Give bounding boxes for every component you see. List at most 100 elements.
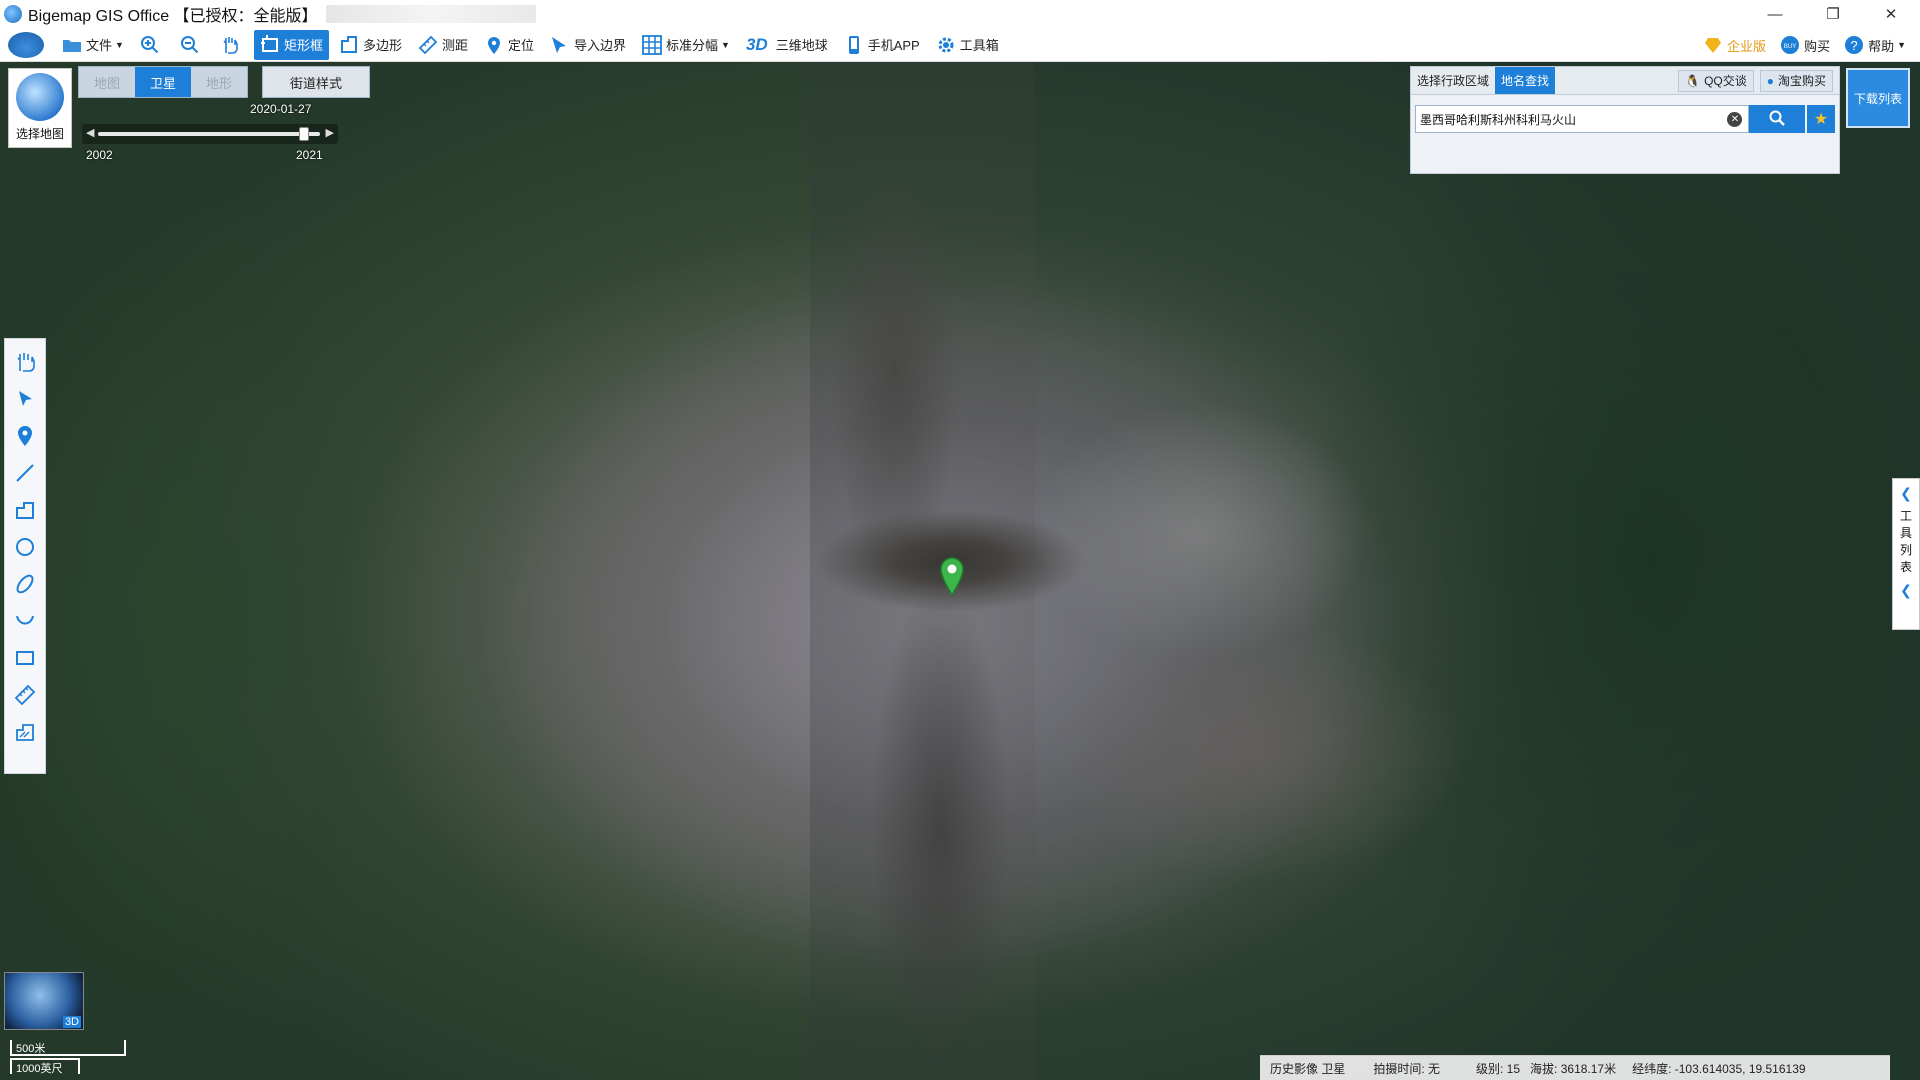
timeline-current-date: 2020-01-27 <box>250 102 312 116</box>
import-boundary-button[interactable]: 导入边界 <box>544 30 632 60</box>
ellipse-icon <box>14 573 36 598</box>
timeline-prev-icon[interactable]: ◀ <box>86 126 94 139</box>
scale-metric: 500米 <box>10 1040 126 1056</box>
search-icon <box>1769 110 1786 129</box>
redacted-area <box>325 5 536 23</box>
line-tool[interactable] <box>9 458 41 490</box>
ellipse-tool[interactable] <box>9 569 41 601</box>
buy-button[interactable]: BUY 购买 <box>1774 30 1836 60</box>
standard-sheet-button[interactable]: 标准分幅 ▼ <box>636 30 736 60</box>
globe-3d-label: 三维地球 <box>775 38 828 53</box>
chevron-left-icon[interactable]: ❮ <box>1900 485 1912 502</box>
window-controls: — ❐ ✕ <box>1746 0 1920 28</box>
tab-terrain[interactable]: 地形 <box>191 67 247 97</box>
rectangle-icon <box>14 647 36 672</box>
satellite-map[interactable] <box>0 62 1920 1080</box>
zoom-out-icon <box>180 35 200 55</box>
zoom-out-button[interactable] <box>174 30 210 60</box>
search-panel: 选择行政区域 地名查找 🐧 QQ交谈 ● 淘宝购买 墨西哥哈利斯科州科利马火山 … <box>1410 66 1840 174</box>
file-menu-label: 文件 <box>86 38 113 53</box>
tab-select-region[interactable]: 选择行政区域 <box>1411 67 1495 94</box>
standard-sheet-label: 标准分幅 <box>666 38 719 53</box>
tool-list-panel-toggle[interactable]: ❮ 工具列表 ❮ <box>1892 478 1920 630</box>
polygon-icon <box>339 35 359 55</box>
tab-place-search[interactable]: 地名查找 <box>1495 67 1556 94</box>
circle-tool[interactable] <box>9 532 41 564</box>
tool-list-label: 工具列表 <box>1899 509 1912 574</box>
locate-label: 定位 <box>507 38 534 53</box>
measure-distance-tool[interactable] <box>9 680 41 712</box>
chevron-down-icon: ▼ <box>721 39 730 50</box>
measure-button[interactable]: 测距 <box>412 30 474 60</box>
chevron-down-icon: ▼ <box>115 39 124 50</box>
search-input-row: 墨西哥哈利斯科州科利马火山 ✕ ★ <box>1415 105 1835 133</box>
toolbox-button[interactable]: 工具箱 <box>930 30 1005 60</box>
marker-tool[interactable] <box>9 421 41 453</box>
select-tool[interactable] <box>9 384 41 416</box>
timeline-track[interactable] <box>98 132 320 136</box>
globe-3d-badge: 3D <box>62 1016 81 1028</box>
pan-tool[interactable] <box>9 347 41 379</box>
search-button[interactable] <box>1749 105 1806 133</box>
qq-chat-button[interactable]: 🐧 QQ交谈 <box>1678 69 1754 92</box>
globe-3d-button[interactable]: 3D 三维地球 <box>740 30 834 60</box>
history-timeline-slider[interactable]: ◀ ▶ <box>82 124 338 144</box>
phone-icon <box>844 35 864 55</box>
file-menu[interactable]: 文件 ▼ <box>56 30 130 60</box>
ash-flow <box>1030 402 1370 662</box>
help-button[interactable]: ? 帮助 ▼ <box>1838 30 1912 60</box>
import-arrow-icon <box>550 35 570 55</box>
enterprise-button[interactable]: 企业版 <box>1697 30 1772 60</box>
rect-select-button[interactable]: 矩形框 <box>253 29 329 60</box>
timeline-handle[interactable] <box>299 127 310 141</box>
select-map-label: 选择地图 <box>15 127 64 141</box>
sector-tool[interactable] <box>9 606 41 638</box>
scale-imperial: 1000英尺 <box>10 1058 80 1075</box>
measure-label: 测距 <box>441 38 468 53</box>
status-level: 级别: 15 <box>1476 1061 1521 1076</box>
tab-map[interactable]: 地图 <box>79 67 135 97</box>
status-altitude: 海拔: 3618.17米 <box>1530 1061 1617 1076</box>
ash-flow <box>870 582 1010 1080</box>
rectangle-tool[interactable] <box>9 643 41 675</box>
area-icon <box>14 721 36 746</box>
diamond-icon <box>1703 35 1723 55</box>
taobao-icon: ● <box>1766 73 1774 88</box>
favorite-button[interactable]: ★ <box>1807 105 1835 133</box>
import-boundary-label: 导入边界 <box>574 38 627 53</box>
polygon-label: 多边形 <box>362 38 402 53</box>
ruler-icon <box>418 35 438 55</box>
location-pin-icon <box>14 425 36 450</box>
close-button[interactable]: ✕ <box>1862 0 1920 28</box>
map-type-tabs: 地图 卫星 地形 <box>78 66 248 98</box>
locate-button[interactable]: 定位 <box>478 30 540 60</box>
line-icon <box>14 462 36 487</box>
select-map-button[interactable]: 选择地图 <box>8 68 72 148</box>
street-style-button[interactable]: 街道样式 <box>262 66 370 98</box>
mobile-app-button[interactable]: 手机APP <box>838 30 926 60</box>
hand-icon <box>14 351 36 376</box>
measure-area-tool[interactable] <box>9 717 41 749</box>
pan-button[interactable] <box>214 30 250 60</box>
zoom-in-button[interactable] <box>134 30 170 60</box>
hand-icon <box>220 35 240 55</box>
restore-button[interactable]: ❐ <box>1804 0 1862 28</box>
drawing-tools <box>4 338 46 774</box>
taobao-buy-button[interactable]: ● 淘宝购买 <box>1759 69 1833 92</box>
clear-icon[interactable]: ✕ <box>1727 112 1743 127</box>
polygon-tool[interactable] <box>9 495 41 527</box>
search-input[interactable]: 墨西哥哈利斯科州科利马火山 ✕ <box>1415 105 1750 133</box>
three-d-icon: 3D <box>745 34 768 54</box>
grid-icon <box>642 34 662 55</box>
polygon-button[interactable]: 多边形 <box>333 30 408 60</box>
download-list-button[interactable]: 下载列表 <box>1846 68 1910 128</box>
zoom-in-icon <box>140 35 160 55</box>
minimize-button[interactable]: — <box>1746 0 1804 28</box>
ash-flow <box>1050 622 1470 882</box>
forest-ridge <box>0 182 440 1080</box>
location-marker-icon[interactable] <box>938 556 966 597</box>
overview-globe[interactable]: 3D <box>4 972 84 1030</box>
timeline-next-icon[interactable]: ▶ <box>326 126 334 139</box>
tab-satellite[interactable]: 卫星 <box>135 67 191 97</box>
chevron-left-icon[interactable]: ❮ <box>1900 582 1912 599</box>
